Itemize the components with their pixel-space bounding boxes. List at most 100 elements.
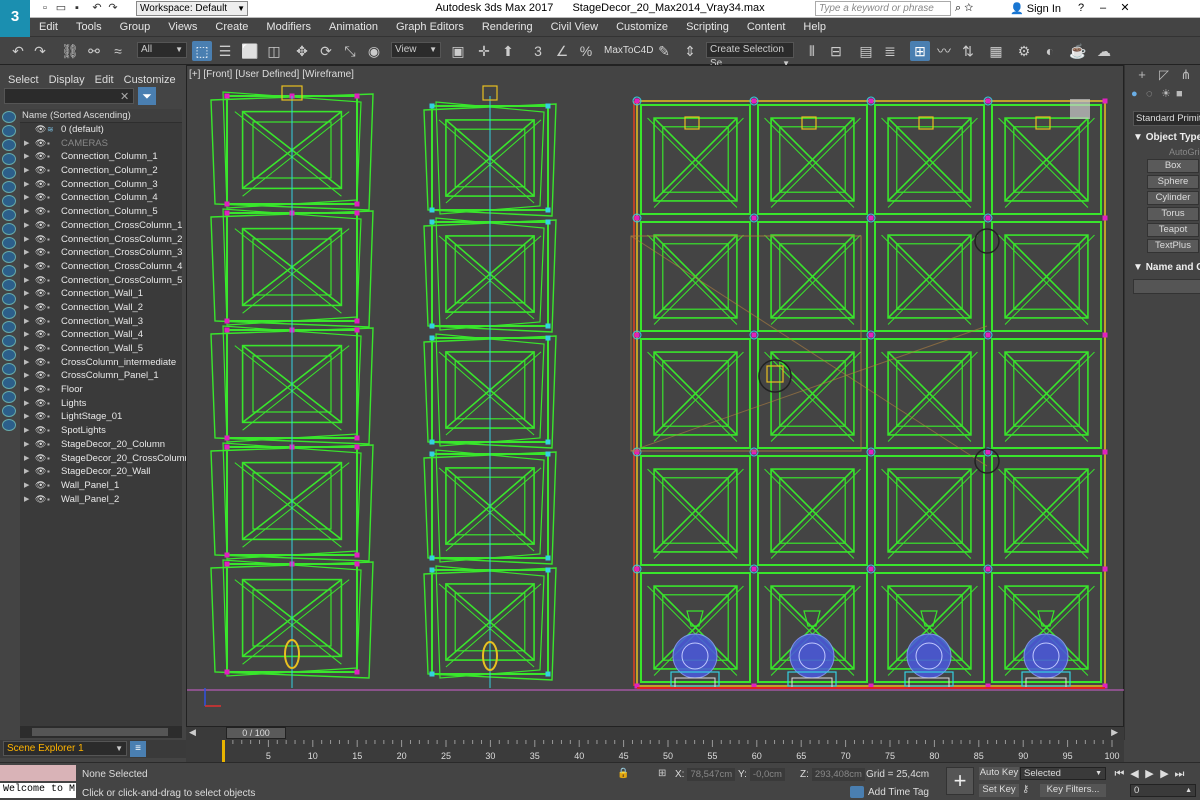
torus-button[interactable]: Torus	[1147, 207, 1199, 221]
column-header-name[interactable]: Name (Sorted Ascending)	[20, 109, 182, 123]
redo-icon[interactable]: ↷	[106, 2, 120, 15]
scene-item[interactable]: ▶ 👁 ▪ Connection_Column_1	[20, 150, 182, 164]
align-icon[interactable]: ⊟	[826, 41, 846, 61]
scene-item[interactable]: ▶ 👁 ▪ Connection_Wall_2	[20, 301, 182, 315]
app-logo[interactable]: 3	[0, 0, 30, 38]
search-input[interactable]: Type a keyword or phrase	[815, 1, 951, 16]
rendered-frame-window-icon[interactable]: ◐	[1040, 41, 1060, 61]
visibility-eye-icon[interactable]: 👁	[35, 260, 46, 274]
shapes-icon[interactable]: ◌	[1146, 88, 1161, 100]
front-viewport[interactable]: [+] [Front] [User Defined] [Wireframe]	[186, 65, 1125, 727]
selection-filter-dropdown[interactable]: All ▼	[137, 42, 187, 58]
visibility-eye-icon[interactable]: 👁	[35, 479, 46, 493]
scene-item[interactable]: 👁 ≋ 0 (default)	[20, 123, 182, 137]
expand-icon[interactable]: ▶	[24, 452, 29, 466]
display-spacewarps-icon[interactable]	[2, 209, 16, 221]
hierarchy-icon[interactable]	[2, 405, 16, 417]
expand-icon[interactable]: ▶	[24, 246, 29, 260]
select-object-icon[interactable]: ⬚	[192, 41, 212, 61]
go-to-end-icon[interactable]: ⏭	[1172, 768, 1187, 781]
visibility-eye-icon[interactable]: 👁	[35, 315, 46, 329]
horizontal-scrollbar[interactable]	[20, 726, 182, 738]
viewport-label-2[interactable]: [User Defined]	[235, 69, 299, 80]
teapot-button[interactable]: Teapot	[1147, 223, 1199, 237]
menu-views[interactable]: Views	[159, 18, 206, 37]
display-all-icon[interactable]	[2, 125, 16, 137]
scene-item[interactable]: ▶ 👁 ▪ Connection_Wall_4	[20, 328, 182, 342]
display-helpers-icon[interactable]	[2, 195, 16, 207]
z-field[interactable]: 293,408cm	[811, 768, 865, 781]
menu-animation[interactable]: Animation	[320, 18, 387, 37]
visibility-eye-icon[interactable]: 👁	[35, 123, 46, 137]
key-mode-dropdown[interactable]: Selected ▼	[1020, 767, 1106, 780]
expand-icon[interactable]: ▶	[24, 150, 29, 164]
viewport-label-3[interactable]: [Wireframe]	[302, 69, 354, 80]
reference-coordinate-dropdown[interactable]: View ▼	[391, 42, 441, 58]
render-setup-icon[interactable]: ⚙	[1014, 41, 1034, 61]
visibility-eye-icon[interactable]: 👁	[35, 369, 46, 383]
edit-named-selection-icon[interactable]: ✎	[654, 41, 674, 61]
select-manipulate-icon[interactable]: ✛	[474, 41, 494, 61]
absolute-mode-icon[interactable]: ⊞	[658, 768, 666, 779]
scene-item[interactable]: ▶ 👁 ▪ Connection_Column_2	[20, 164, 182, 178]
scene-item[interactable]: ▶ 👁 ▪ Connection_Column_3	[20, 178, 182, 192]
sphere-button[interactable]: Sphere	[1147, 175, 1199, 189]
menu-civil-view[interactable]: Civil View	[542, 18, 607, 37]
save-icon[interactable]: ▪	[70, 2, 84, 15]
next-frame-icon[interactable]: ▶	[1111, 727, 1118, 738]
visibility-eye-icon[interactable]: 👁	[35, 137, 46, 151]
object-type-rollout[interactable]: ▼ Object Type	[1133, 132, 1200, 143]
close-icon[interactable]: ✕	[1114, 1, 1136, 14]
rotate-icon[interactable]: ⟳	[316, 41, 336, 61]
object-name-field[interactable]	[1133, 279, 1200, 294]
angle-snap-icon[interactable]: ∠	[552, 41, 572, 61]
visibility-eye-icon[interactable]: 👁	[35, 424, 46, 438]
open-file-icon[interactable]: ▭	[54, 2, 68, 15]
maxscript-listener-mini[interactable]	[0, 765, 76, 781]
expand-icon[interactable]: ▶	[24, 137, 29, 151]
set-key-big-icon[interactable]: +	[946, 767, 974, 795]
spinner-snap-icon[interactable]: ⇕	[680, 41, 700, 61]
visibility-eye-icon[interactable]: 👁	[35, 438, 46, 452]
display-children-icon[interactable]	[2, 321, 16, 333]
add-time-tag[interactable]: Add Time Tag	[868, 787, 929, 798]
scene-item[interactable]: ▶ 👁 ▪ StageDecor_20_Wall	[20, 465, 182, 479]
toggle-layer-explorer-icon[interactable]: ≣	[880, 41, 900, 61]
scene-item[interactable]: ▶ 👁 ▪ Wall_Panel_1	[20, 479, 182, 493]
scene-item[interactable]: ▶ 👁 ▪ StageDecor_20_CrossColumn	[20, 452, 190, 466]
expand-icon[interactable]: ▶	[24, 342, 29, 356]
time-slider-thumb[interactable]: 0 / 100	[226, 727, 286, 739]
render-in-cloud-icon[interactable]: ☁	[1094, 41, 1114, 61]
track-bar[interactable]: 5 10 15 20 25 30 35 40 45 50 55 60 65 70 75 80 85 90 95 100	[186, 740, 1124, 762]
viewport-label-0[interactable]: [+]	[189, 69, 200, 80]
display-influences-icon[interactable]	[2, 335, 16, 347]
y-field[interactable]: -0,0cm	[749, 768, 785, 781]
expand-icon[interactable]: ▶	[24, 328, 29, 342]
expand-icon[interactable]: ▶	[24, 178, 29, 192]
toggle-scene-explorer-icon[interactable]: ▤	[856, 41, 876, 61]
expand-icon[interactable]: ▶	[24, 397, 29, 411]
toggle-ribbon-icon[interactable]: ⊞	[910, 41, 930, 61]
new-file-icon[interactable]: ▫	[38, 2, 52, 15]
expand-icon[interactable]: ▶	[24, 479, 29, 493]
expand-icon[interactable]: ▶	[24, 465, 29, 479]
viewport-label[interactable]: [+] [Front] [User Defined] [Wireframe]	[189, 69, 357, 80]
scene-item[interactable]: ▶ 👁 ▪ Connection_Wall_5	[20, 342, 182, 356]
hierarchy-tab-icon[interactable]: ⋔	[1175, 67, 1197, 83]
expand-icon[interactable]: ▶	[24, 233, 29, 247]
menu-help[interactable]: Help	[794, 18, 835, 37]
window-crossing-icon[interactable]: ◫	[264, 41, 284, 61]
scene-item[interactable]: ▶ 👁 ▪ Connection_CrossColumn_5	[20, 274, 182, 288]
visibility-eye-icon[interactable]: 👁	[35, 164, 46, 178]
expand-icon[interactable]: ▶	[24, 356, 29, 370]
time-tag-icon[interactable]	[850, 786, 864, 798]
scene-item[interactable]: ▶ 👁 ▪ CrossColumn_Panel_1	[20, 369, 182, 383]
viewport-label-1[interactable]: [Front]	[203, 69, 232, 80]
x-field[interactable]: 78,547cm	[687, 768, 736, 781]
select-children-icon[interactable]	[2, 377, 16, 389]
menu-scripting[interactable]: Scripting	[677, 18, 738, 37]
visibility-eye-icon[interactable]: 👁	[35, 493, 46, 507]
display-shapes-icon[interactable]	[2, 153, 16, 165]
display-geometry-icon[interactable]	[2, 139, 16, 151]
expand-icon[interactable]: ▶	[24, 191, 29, 205]
